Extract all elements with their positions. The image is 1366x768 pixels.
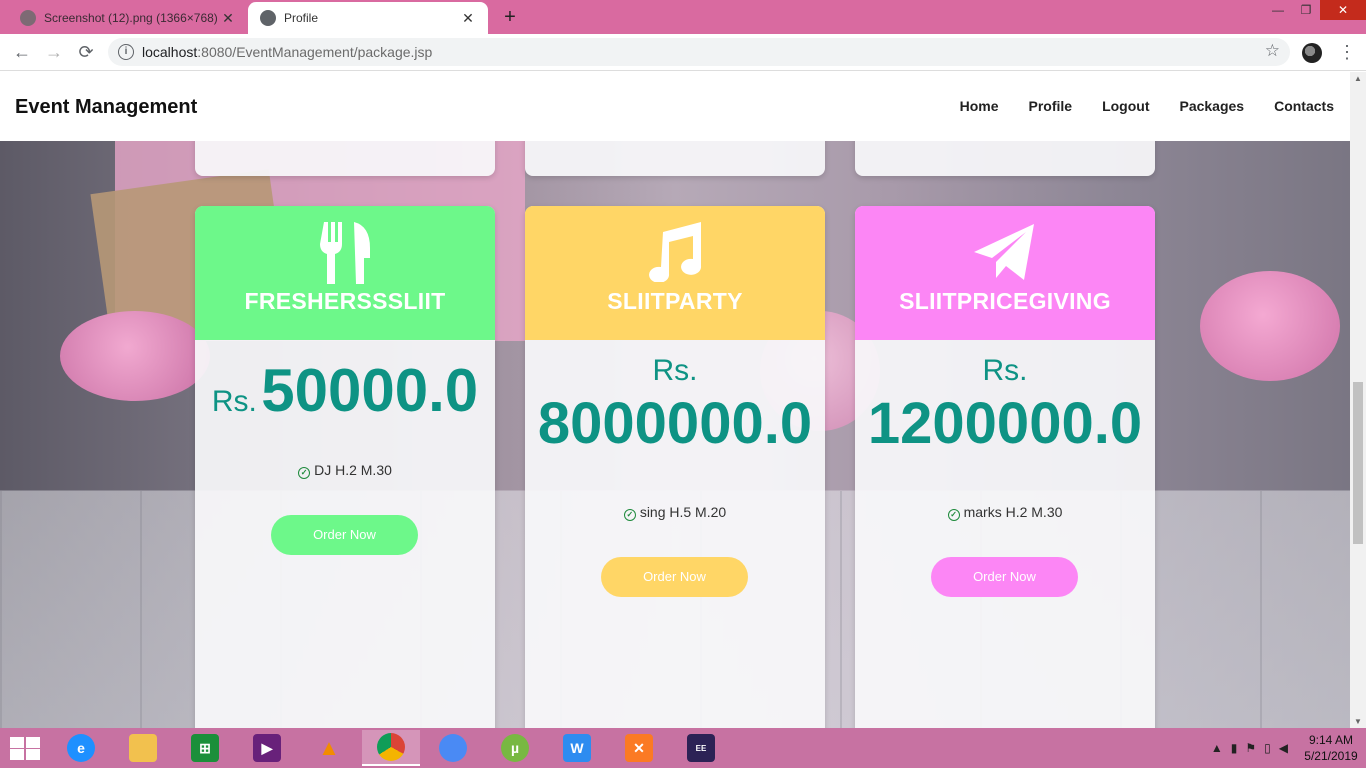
- back-button[interactable]: ←: [12, 42, 32, 62]
- window-controls: — ❐ ✕: [1264, 0, 1366, 22]
- package-card-header: SLIITPRICEGIVING: [855, 206, 1155, 340]
- price-amount: 8000000.0: [537, 391, 813, 456]
- battery-icon[interactable]: ▯: [1264, 741, 1271, 755]
- utorrent-icon[interactable]: µ: [486, 730, 544, 766]
- check-circle-icon: ✓: [623, 509, 636, 521]
- music-note-icon: [525, 222, 825, 286]
- background-heart: [60, 311, 210, 401]
- background-heart: [1200, 271, 1340, 381]
- nav-home[interactable]: Home: [960, 98, 999, 114]
- url-host: localhost: [142, 44, 198, 60]
- chrome-canary-icon[interactable]: [424, 730, 482, 766]
- wps-icon[interactable]: W: [548, 730, 606, 766]
- bookmark-star-icon[interactable]: ☆: [1265, 41, 1280, 61]
- price-amount: 50000.0: [261, 357, 479, 424]
- scroll-down-arrow-icon[interactable]: ▼: [1350, 717, 1366, 726]
- tab-screenshot[interactable]: Screenshot (12).png (1366×768) ✕: [8, 2, 248, 34]
- info-icon[interactable]: i: [118, 44, 134, 60]
- forward-button[interactable]: →: [44, 42, 64, 62]
- nav-contacts[interactable]: Contacts: [1274, 98, 1334, 114]
- new-tab-button[interactable]: +: [500, 6, 520, 29]
- clock-date: 5/21/2019: [1304, 749, 1358, 763]
- package-card: SLIITPRICEGIVING Rs. 1200000.0 ✓ marks H.…: [855, 206, 1155, 728]
- currency-label: Rs.: [211, 385, 257, 418]
- page-viewport: FRESHERSSSLIIT Rs. 50000.0 ✓ DJ H.2 M.30 …: [0, 72, 1350, 728]
- profile-avatar[interactable]: [1302, 43, 1322, 63]
- page-scrollbar[interactable]: ▲ ▼: [1350, 72, 1366, 728]
- clock-time: 9:14 AM: [1308, 733, 1354, 747]
- flag-icon[interactable]: ⚑: [1245, 741, 1256, 755]
- java-ee-ide-icon[interactable]: EE: [672, 730, 730, 766]
- nav-links: Home Profile Logout Packages Contacts: [930, 98, 1334, 114]
- order-now-button[interactable]: Order Now: [601, 557, 748, 597]
- feature-text: marks H.2 M.30: [963, 504, 1063, 520]
- system-tray: ▲ ▮ ⚑ ▯ ◀ 9:14 AM 5/21/2019: [1211, 728, 1366, 768]
- reload-button[interactable]: ⟳: [76, 42, 96, 62]
- start-button[interactable]: [8, 736, 40, 760]
- globe-icon: [260, 10, 276, 26]
- package-feature: ✓ marks H.2 M.30: [855, 504, 1155, 521]
- url-text[interactable]: localhost:8080/EventManagement/package.j…: [142, 44, 432, 60]
- package-price: Rs. 8000000.0: [525, 354, 825, 457]
- store-icon[interactable]: ⊞: [176, 730, 234, 766]
- taskbar-clock[interactable]: 9:14 AM 5/21/2019: [1296, 732, 1366, 764]
- package-name: SLIITPRICEGIVING: [899, 288, 1111, 314]
- scrollbar-thumb[interactable]: [1353, 382, 1363, 544]
- fork-knife-icon: [195, 222, 495, 286]
- package-card-header: FRESHERSSSLIIT: [195, 206, 495, 340]
- tab-profile[interactable]: Profile ✕: [248, 2, 488, 34]
- globe-icon: [20, 10, 36, 26]
- url-path: :8080/EventManagement/package.jsp: [197, 44, 433, 60]
- windows-taskbar: e ⊞ ▶ ▲ µ W ✕ EE ▲ ▮ ⚑ ▯ ◀ 9:14 AM 5/21/…: [0, 728, 1366, 768]
- check-circle-icon: ✓: [298, 467, 311, 479]
- package-card-header: SLIITPARTY: [525, 206, 825, 340]
- close-tab-icon[interactable]: ✕: [220, 10, 236, 27]
- order-now-button[interactable]: Order Now: [931, 557, 1078, 597]
- nav-packages[interactable]: Packages: [1179, 98, 1244, 114]
- package-price: Rs. 1200000.0: [855, 354, 1155, 457]
- address-bar[interactable]: i localhost:8080/EventManagement/package…: [108, 38, 1290, 66]
- package-feature: ✓ sing H.5 M.20: [525, 504, 825, 521]
- network-icon[interactable]: ▮: [1231, 741, 1238, 755]
- nav-logout[interactable]: Logout: [1102, 98, 1149, 114]
- feature-text: sing H.5 M.20: [639, 504, 727, 520]
- site-brand[interactable]: Event Management: [15, 96, 197, 119]
- site-navbar: Event Management Home Profile Logout Pac…: [0, 72, 1350, 141]
- package-card: FRESHERSSSLIIT Rs. 50000.0 ✓ DJ H.2 M.30 …: [195, 206, 495, 728]
- currency-label: Rs.: [982, 354, 1028, 387]
- browser-toolbar: ← → ⟳ i localhost:8080/EventManagement/p…: [0, 34, 1366, 71]
- package-card: SLIITPARTY Rs. 8000000.0 ✓ sing H.5 M.20 …: [525, 206, 825, 728]
- scroll-up-arrow-icon[interactable]: ▲: [1350, 74, 1366, 83]
- package-name: SLIITPARTY: [607, 288, 743, 314]
- feature-text: DJ H.2 M.30: [314, 462, 392, 478]
- package-name: FRESHERSSSLIIT: [244, 288, 446, 314]
- package-price: Rs. 50000.0: [195, 356, 495, 425]
- xampp-icon[interactable]: ✕: [610, 730, 668, 766]
- file-explorer-icon[interactable]: [114, 730, 172, 766]
- price-amount: 1200000.0: [867, 391, 1143, 456]
- nav-profile[interactable]: Profile: [1028, 98, 1072, 114]
- browser-menu-icon[interactable]: ⋮: [1338, 42, 1356, 62]
- chevron-up-icon[interactable]: ▲: [1211, 741, 1223, 755]
- check-circle-icon: ✓: [947, 509, 960, 521]
- restore-button[interactable]: ❐: [1292, 0, 1320, 20]
- tab-title: Screenshot (12).png (1366×768): [44, 11, 218, 25]
- minimize-button[interactable]: —: [1264, 0, 1292, 20]
- order-now-button[interactable]: Order Now: [271, 515, 418, 555]
- window-close-button[interactable]: ✕: [1320, 0, 1366, 20]
- paper-plane-icon: [855, 222, 1155, 286]
- tab-title: Profile: [284, 11, 319, 25]
- currency-label: Rs.: [652, 354, 698, 387]
- close-tab-icon[interactable]: ✕: [460, 10, 476, 27]
- chrome-icon[interactable]: [362, 730, 420, 766]
- internet-explorer-icon[interactable]: e: [52, 730, 110, 766]
- vlc-icon[interactable]: ▲: [300, 730, 358, 766]
- visual-studio-icon[interactable]: ▶: [238, 730, 296, 766]
- package-feature: ✓ DJ H.2 M.30: [195, 462, 495, 479]
- browser-titlebar: Screenshot (12).png (1366×768) ✕ Profile…: [0, 0, 1366, 34]
- volume-icon[interactable]: ◀: [1279, 741, 1288, 755]
